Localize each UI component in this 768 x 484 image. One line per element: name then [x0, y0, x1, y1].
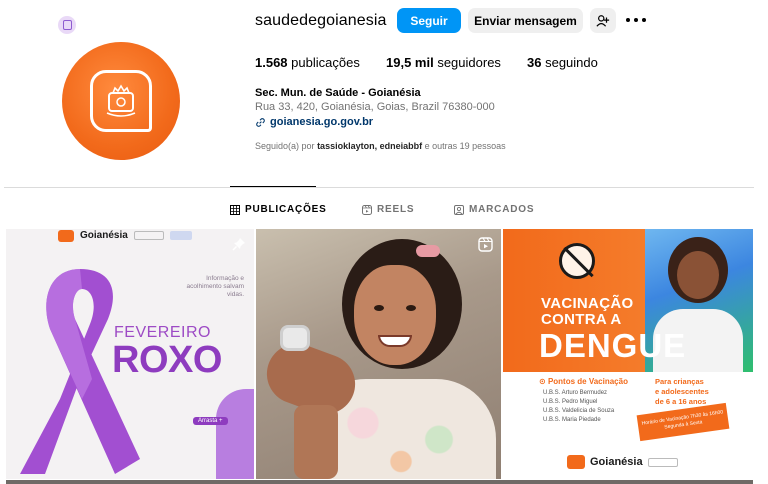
brand-logo: [567, 455, 585, 469]
send-message-button[interactable]: Enviar mensagem: [468, 8, 583, 33]
post-vacinacao-dengue[interactable]: VACINAÇÃO CONTRA A DENGUE ⊙ Pontos de Va…: [503, 229, 753, 479]
profile-username: saudedegoianesia: [255, 12, 387, 29]
brand-name: Goianésia: [590, 456, 643, 468]
tab-tagged[interactable]: MARCADOS: [454, 204, 534, 215]
following-stat[interactable]: 36 seguindo: [527, 55, 598, 70]
tab-active-indicator: [230, 186, 316, 187]
sus-logo: [169, 231, 192, 240]
post-title-line2: CONTRA A: [541, 311, 622, 328]
posts-stat: 1.568 publicações: [255, 55, 360, 70]
list-item: U.B.S. Pedro Miguel: [543, 399, 598, 405]
post-reel-girl-photo[interactable]: [256, 229, 501, 479]
tab-divider: [4, 187, 754, 188]
list-item: U.B.S. Valdelicia de Souza: [543, 408, 615, 414]
photo-face: [354, 265, 436, 365]
city-crest-logo: [90, 70, 152, 132]
grid-icon: [230, 204, 240, 215]
followers-stat[interactable]: 19,5 mil seguidores: [386, 55, 501, 70]
post-footer-logos: Goianésia: [567, 455, 678, 469]
brand-logo: [58, 229, 74, 242]
next-row-preview: [6, 480, 753, 484]
post-title-line3: DENGUE: [539, 327, 687, 364]
photo-hair-bow: [416, 245, 440, 257]
partner-logo: [647, 457, 678, 467]
link-icon: [256, 117, 265, 127]
age-line: Para crianças: [655, 377, 704, 386]
points-list: U.B.S. Arturo Bermudez U.B.S. Pedro Migu…: [543, 389, 614, 425]
photo-eye: [406, 305, 416, 311]
suggest-accounts-button[interactable]: [590, 8, 616, 33]
photo-eye: [374, 305, 384, 311]
pinned-icon: [232, 238, 245, 251]
more-options-icon[interactable]: [626, 13, 646, 27]
tagged-icon: [454, 204, 464, 215]
profile-display-name: Sec. Mun. de Saúde - Goianésia: [255, 87, 421, 99]
tab-reels[interactable]: REELS: [362, 204, 414, 215]
list-item: U.B.S. Maria Piedade: [543, 417, 601, 423]
followed-by-text[interactable]: Seguido(a) por tassioklayton, edneiabbf …: [255, 141, 506, 151]
points-title: ⊙ Pontos de Vacinação: [539, 377, 628, 386]
swipe-hint: Arrasta +: [193, 417, 228, 425]
hours-badge: Horário de Vacinação 7h30 às 16h00 Segun…: [636, 402, 730, 442]
profile-avatar-area: [58, 14, 182, 160]
avatar[interactable]: [62, 42, 180, 160]
add-person-icon: [596, 14, 610, 27]
photo-smartwatch: [280, 325, 310, 351]
post-title-line2: ROXO: [112, 339, 222, 381]
list-item: U.B.S. Arturo Bermudez: [543, 390, 608, 396]
post-tagline: Informação e acolhimento salvam vidas.: [186, 275, 244, 298]
photo-hand: [294, 405, 338, 479]
no-mosquito-icon: [559, 243, 595, 279]
note-icon[interactable]: [58, 16, 76, 34]
profile-address[interactable]: Rua 33, 420, Goianésia, Goias, Brazil 76…: [255, 101, 495, 113]
age-line: e adolescentes: [655, 387, 709, 396]
brand-name: Goianésia: [80, 230, 128, 241]
reels-icon: [362, 204, 372, 215]
tab-posts[interactable]: PUBLICAÇÕES: [230, 204, 327, 215]
post-fevereiro-roxo[interactable]: Goianésia Informação e acolhimento salva…: [6, 229, 254, 479]
follow-button[interactable]: Seguir: [397, 8, 461, 33]
reel-icon: [478, 237, 493, 252]
photo-face: [677, 251, 719, 299]
profile-website-link[interactable]: goianesia.go.gov.br: [255, 116, 373, 128]
partner-logo: [133, 231, 164, 240]
age-info: Para crianças e adolescentes de 6 a 16 a…: [655, 377, 709, 407]
decorative-corner: [216, 389, 254, 479]
post-header-logos: Goianésia: [58, 229, 192, 242]
post-title-line1: VACINAÇÃO: [541, 295, 634, 312]
